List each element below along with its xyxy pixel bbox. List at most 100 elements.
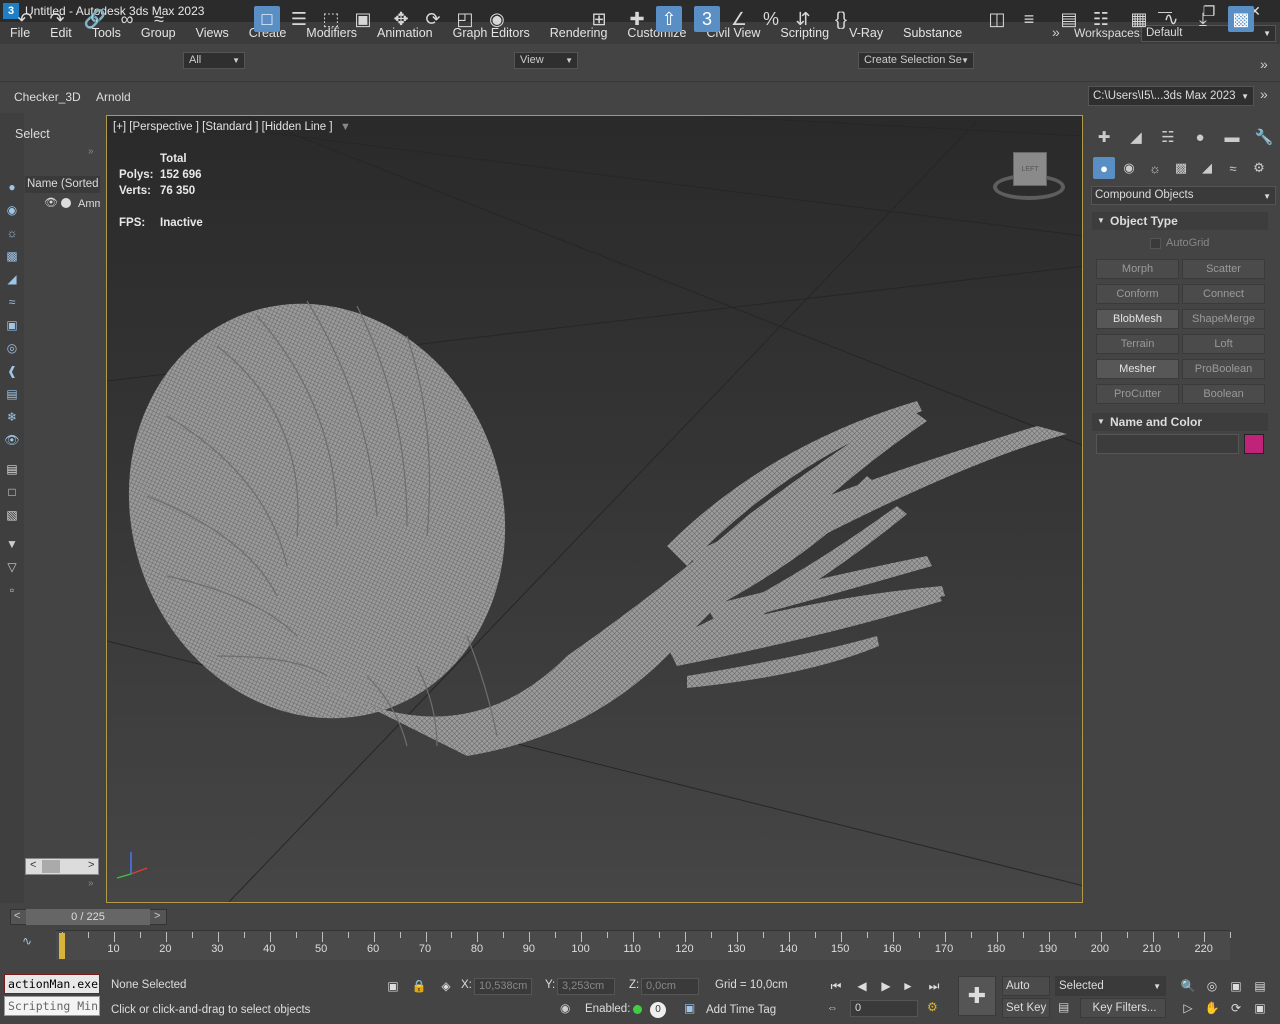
display-frozen-icon[interactable]: ❄	[4, 409, 20, 425]
zoom-extents-icon[interactable]: ▣	[1226, 977, 1246, 995]
conform-button[interactable]: Conform	[1096, 284, 1179, 304]
object-type-rollout-header[interactable]: ▼ Object Type	[1092, 212, 1268, 230]
key-mode-toggle-icon[interactable]: ⇔	[827, 1002, 838, 1014]
auto-key-button[interactable]: Auto Key	[1002, 976, 1050, 1010]
percent-snap-icon[interactable]: %	[758, 6, 784, 32]
named-selection-select[interactable]: Create Selection Se ▼	[858, 52, 974, 69]
scene-explorer-toggle-icon[interactable]: ▤	[1056, 6, 1082, 32]
menu-substance[interactable]: Substance	[893, 22, 972, 44]
current-frame-input[interactable]: 0	[850, 1000, 918, 1017]
viewcube-face[interactable]: LEFT	[1013, 152, 1047, 186]
hierarchy-tab-icon[interactable]: ☵	[1156, 126, 1180, 148]
lights-category-icon[interactable]: ☼	[1144, 157, 1166, 179]
go-to-end-icon[interactable]: ⏭	[924, 977, 944, 995]
helpers-category-icon[interactable]: ◢	[1196, 157, 1218, 179]
play-icon[interactable]: ▶	[876, 977, 896, 995]
display-bones-icon[interactable]: ❰	[4, 363, 20, 379]
layer-explorer-icon[interactable]: ☷	[1088, 6, 1114, 32]
spinner-snap-icon[interactable]: ⇵	[790, 6, 816, 32]
maximize-viewport-icon[interactable]: ▣	[1250, 999, 1270, 1017]
set-key-button[interactable]: Set Key	[1002, 998, 1050, 1018]
toolbar-overflow-icon[interactable]: »	[1260, 56, 1268, 72]
utilities-tab-wrench-icon[interactable]: 🔧	[1252, 126, 1276, 148]
time-cursor[interactable]	[59, 933, 65, 959]
display-shapes-icon[interactable]: ◉	[4, 202, 20, 218]
display-groups-icon[interactable]: ▣	[4, 317, 20, 333]
shapes-category-icon[interactable]: ◉	[1118, 157, 1140, 179]
maxscript-listener-output[interactable]: actionMan.exe	[4, 974, 100, 994]
pan-view-icon[interactable]: ✋	[1202, 999, 1222, 1017]
filter-options-icon[interactable]: ▽	[4, 559, 20, 575]
scene-object-row[interactable]: Amm	[78, 196, 100, 212]
zoom-all-icon[interactable]: ◎	[1202, 977, 1222, 995]
freeze-dot-icon[interactable]	[61, 198, 71, 208]
collapse-bottom-icon[interactable]: »	[88, 878, 94, 889]
previous-frame-chevron-icon[interactable]: <	[14, 910, 20, 922]
align-icon[interactable]: ≡	[1016, 6, 1042, 32]
viewport-canvas[interactable]	[107, 116, 1083, 903]
time-tag-cube-icon[interactable]: ▣	[684, 1001, 702, 1019]
panel-expand-icon[interactable]: »	[1260, 86, 1268, 102]
terrain-button[interactable]: Terrain	[1096, 334, 1179, 354]
viewport-filter-icon[interactable]: ▼	[340, 121, 351, 133]
pivot-center-icon[interactable]: ⊞	[586, 6, 612, 32]
chevron-right-icon[interactable]: >	[88, 859, 94, 871]
isolate-selection-icon[interactable]: ▣	[383, 977, 403, 995]
edit-named-selection-icon[interactable]: {}	[828, 6, 854, 32]
display-hidden-icon[interactable]: 👁	[4, 432, 20, 448]
angle-snap-icon[interactable]: ∠	[726, 6, 752, 32]
scroll-thumb[interactable]	[42, 860, 60, 873]
display-cameras-icon[interactable]: ▩	[4, 248, 20, 264]
viewcube[interactable]: LEFT	[993, 150, 1067, 208]
display-helpers-icon[interactable]: ◢	[4, 271, 20, 287]
snaps-toggle-icon[interactable]: 3	[694, 6, 720, 32]
schematic-view-icon[interactable]: ⤓	[1190, 6, 1216, 32]
display-space-warps-icon[interactable]: ≈	[4, 294, 20, 310]
ribbon-tab-checker3d[interactable]: Checker_3D	[14, 90, 81, 104]
connect-button[interactable]: Connect	[1182, 284, 1265, 304]
curve-editor-mini-icon[interactable]: ∿	[22, 934, 32, 948]
mirror-icon[interactable]: ◫	[984, 6, 1010, 32]
adaptive-degradation-icon[interactable]: ◉	[560, 1001, 578, 1019]
curve-editor-icon[interactable]: ∿	[1158, 6, 1184, 32]
scatter-button[interactable]: Scatter	[1182, 259, 1265, 279]
display-tab-icon[interactable]: ▬	[1220, 126, 1244, 148]
select-manipulate-icon[interactable]: ✚	[624, 6, 650, 32]
project-path-select[interactable]: C:\Users\I5\...3ds Max 2023 ▼	[1088, 86, 1254, 106]
ribbon-tab-arnold[interactable]: Arnold	[96, 90, 131, 104]
key-mode-select[interactable]: Selected ▼	[1055, 976, 1166, 996]
rectangular-selection-icon[interactable]: ⬚	[318, 6, 344, 32]
cameras-category-icon[interactable]: ▩	[1170, 157, 1192, 179]
select-object-icon[interactable]: □	[254, 6, 280, 32]
save-file-icon[interactable]: ▩	[1228, 6, 1254, 32]
move-icon[interactable]: ✥	[388, 6, 414, 32]
undo-icon[interactable]: ↶	[12, 6, 38, 32]
maxscript-mini-input[interactable]: Scripting Mini	[4, 996, 100, 1016]
y-coord-input[interactable]: 3,253cm	[557, 978, 615, 995]
keyboard-shortcut-override-icon[interactable]: ⇧	[656, 6, 682, 32]
rotate-icon[interactable]: ⟳	[420, 6, 446, 32]
visibility-eye-icon[interactable]: 👁	[44, 196, 58, 209]
filter-icon[interactable]: ▼	[4, 536, 20, 552]
blobmesh-button[interactable]: BlobMesh	[1096, 309, 1179, 329]
key-filters-button[interactable]: Key Filters...	[1080, 998, 1166, 1018]
time-tag-count-icon[interactable]: 0	[650, 1002, 666, 1018]
next-frame-chevron-icon[interactable]: >	[154, 910, 160, 922]
display-geometry-icon[interactable]: ●	[4, 179, 20, 195]
layer-options-icon[interactable]: ▫	[4, 582, 20, 598]
display-none-icon[interactable]: □	[4, 484, 20, 500]
morph-button[interactable]: Morph	[1096, 259, 1179, 279]
select-by-name-icon[interactable]: ☰	[286, 6, 312, 32]
absolute-transform-icon[interactable]: ◈	[436, 977, 456, 995]
systems-category-icon[interactable]: ⚙	[1248, 157, 1270, 179]
key-filter-icon[interactable]: ▤	[1058, 1000, 1069, 1014]
name-column-header[interactable]: Name (Sorted A	[25, 176, 100, 193]
space-warps-category-icon[interactable]: ≈	[1222, 157, 1244, 179]
window-crossing-icon[interactable]: ▣	[350, 6, 376, 32]
proboolean-button[interactable]: ProBoolean	[1182, 359, 1265, 379]
toggle-ribbon-icon[interactable]: ▦	[1126, 6, 1152, 32]
object-name-input[interactable]	[1096, 434, 1239, 454]
display-lights-icon[interactable]: ☼	[4, 225, 20, 241]
field-of-view-icon[interactable]: ▷	[1178, 999, 1198, 1017]
selection-filter-select[interactable]: All ▼	[183, 52, 245, 69]
